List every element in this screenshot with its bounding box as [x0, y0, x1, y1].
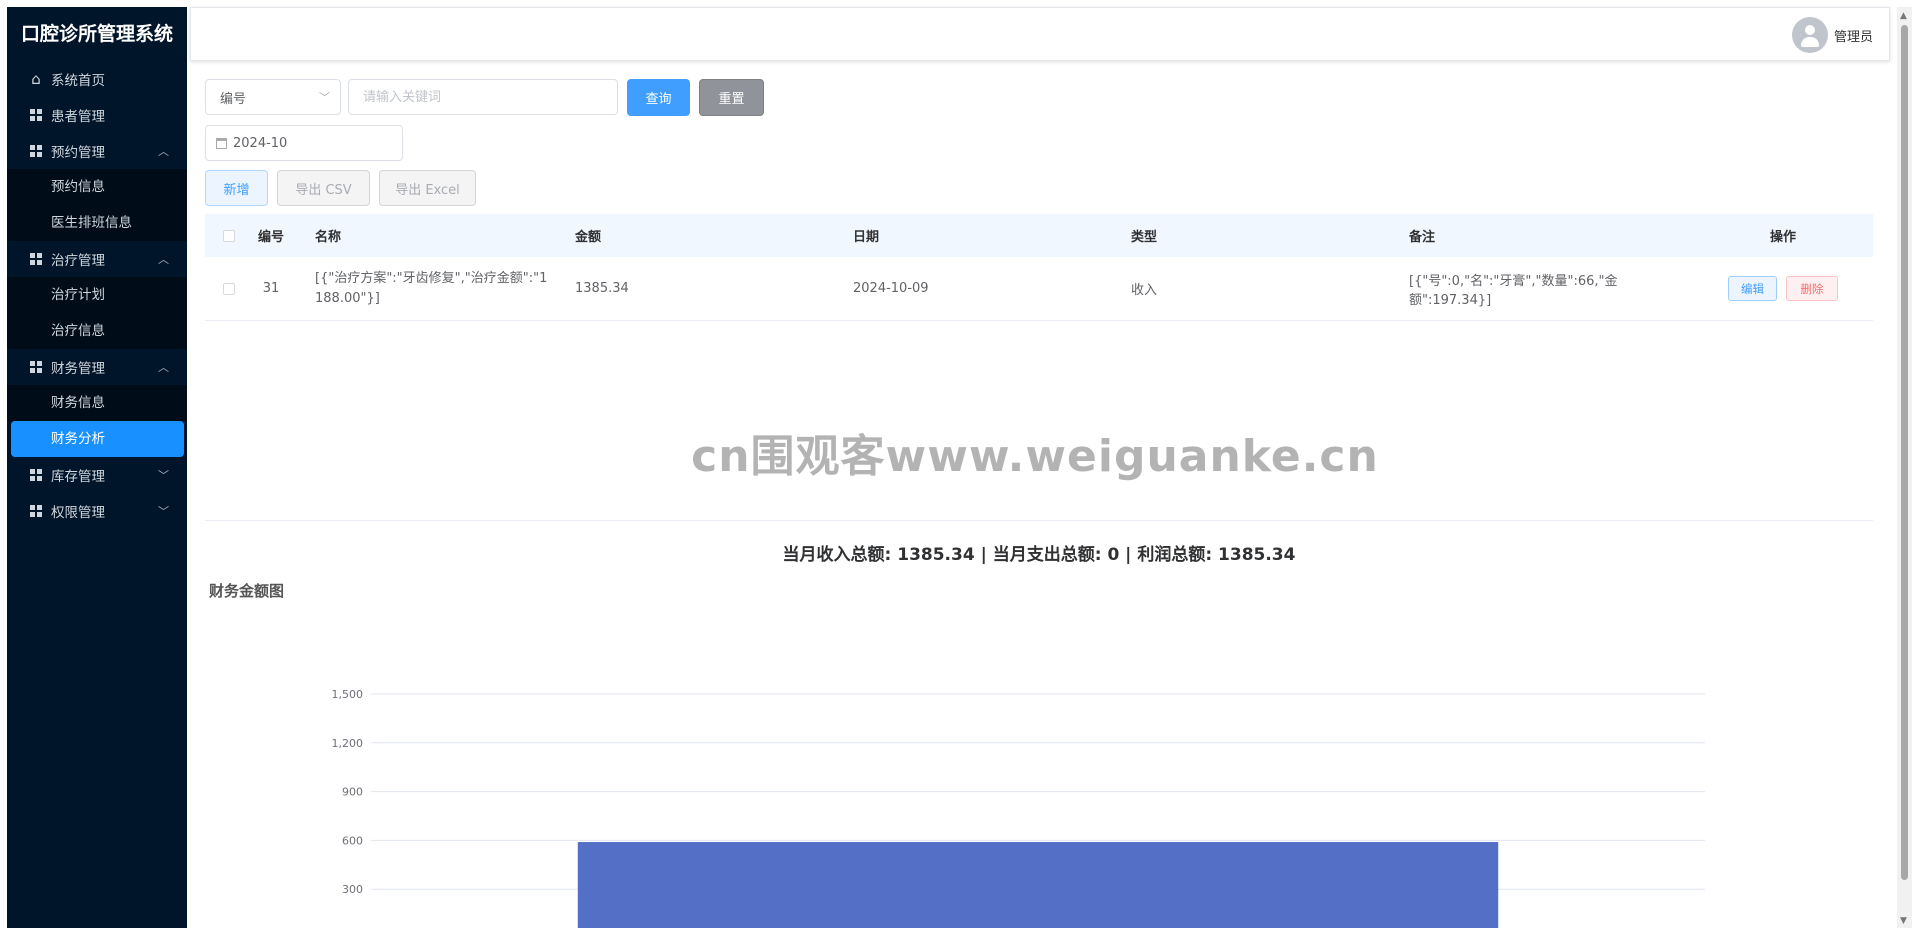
avatar[interactable] [1791, 17, 1828, 53]
search-bar: 编号 ﹀ 查询 重置 [205, 79, 764, 116]
sidebar-item-permissions[interactable]: 权限管理 ﹀ [7, 493, 187, 529]
column-header: 操作 [1769, 230, 1796, 245]
scrollbar-thumb[interactable] [1901, 25, 1908, 880]
export-excel-button[interactable]: 导出 Excel [379, 170, 476, 206]
y-tick-label: 600 [342, 834, 363, 847]
cell-date: 2024-10-09 [853, 281, 929, 296]
delete-button[interactable]: 删除 [1786, 276, 1838, 301]
column-header: 名称 [315, 230, 342, 245]
chart-bar[interactable] [577, 842, 1499, 928]
app-root: 口腔诊所管理系统 ⌂ 系统首页 患者管理 预约管理 ︿ 预约信息 医生排班信息 … [0, 0, 1912, 928]
table-header: 编号 名称 金额 日期 类型 备注 操作 [205, 214, 1873, 257]
sidebar-item-inventory[interactable]: 库存管理 ﹀ [7, 457, 187, 493]
sidebar-item-treatment[interactable]: 治疗管理 ︿ [7, 241, 187, 277]
grid-icon [29, 253, 43, 265]
grid-icon [29, 505, 43, 517]
edit-button[interactable]: 编辑 [1728, 276, 1777, 301]
column-header: 金额 [575, 230, 602, 245]
grid-icon [29, 109, 43, 121]
cell-name: [{"治疗方案":"牙齿修复","治疗金额":"1188.00"}] [315, 270, 548, 306]
app-title: 口腔诊所管理系统 [20, 23, 173, 45]
cell-amount: 1385.34 [575, 281, 629, 296]
column-header: 日期 [853, 230, 880, 245]
action-bar: 新增 导出 CSV 导出 Excel [205, 170, 476, 206]
select-all-checkbox[interactable] [223, 229, 235, 242]
sidebar-subitem-treatment-info[interactable]: 治疗信息 [7, 313, 187, 349]
chevron-down-icon: ﹀ [319, 91, 330, 104]
sidebar-item-appointments[interactable]: 预约管理 ︿ [7, 133, 187, 169]
sidebar-subitem-doctor-schedule[interactable]: 医生排班信息 [7, 205, 187, 241]
grid-icon [29, 145, 43, 157]
sidebar-item-label: 权限管理 [51, 505, 105, 521]
sidebar-item-label: 财务管理 [51, 361, 105, 377]
sidebar-item-label: 系统首页 [51, 73, 105, 89]
month-picker[interactable]: 2024-10 [205, 125, 403, 161]
divider [205, 520, 1873, 521]
cell-note: [{"号":0,"名":"牙膏","数量":66,"金额":197.34}] [1409, 273, 1618, 308]
column-header: 备注 [1409, 230, 1436, 245]
sidebar-item-finance[interactable]: 财务管理 ︿ [7, 349, 187, 385]
sidebar-item-label: 治疗管理 [51, 253, 105, 269]
keyword-input[interactable] [348, 79, 618, 115]
row-checkbox[interactable] [223, 282, 235, 295]
y-tick-label: 300 [342, 883, 363, 896]
sidebar-item-label: 预约管理 [51, 145, 105, 161]
user-name[interactable]: 管理员 [1834, 26, 1873, 45]
add-button[interactable]: 新增 [205, 170, 268, 206]
y-tick-label: 1,500 [332, 688, 364, 701]
query-button[interactable]: 查询 [627, 79, 690, 116]
watermark: cn围观客www.weiguanke.cn [691, 431, 1379, 482]
chevron-down-icon: ﹀ [158, 505, 169, 518]
monthly-summary: 当月收入总额: 1385.34 | 当月支出总额: 0 | 利润总额: 1385… [782, 545, 1296, 565]
sidebar: 口腔诊所管理系统 ⌂ 系统首页 患者管理 预约管理 ︿ 预约信息 医生排班信息 … [7, 7, 187, 928]
chart-title: 财务金额图 [209, 582, 285, 600]
home-icon: ⌂ [31, 69, 41, 88]
sidebar-item-label: 库存管理 [51, 469, 105, 485]
scroll-down-arrow-icon[interactable]: ▼ [1900, 916, 1907, 926]
cell-id: 31 [262, 281, 280, 296]
sidebar-subitem-finance-analysis[interactable]: 财务分析 [11, 421, 184, 457]
sidebar-subitem-treatment-plan[interactable]: 治疗计划 [7, 277, 187, 313]
top-header: 管理员 [190, 7, 1890, 61]
table-row[interactable]: 31 [{"治疗方案":"牙齿修复","治疗金额":"1188.00"}] 13… [205, 257, 1873, 321]
sidebar-item-home[interactable]: ⌂ 系统首页 [7, 61, 187, 97]
vertical-scrollbar[interactable]: ▲ ▼ [1897, 7, 1912, 928]
search-field-select[interactable]: 编号 ﹀ [205, 79, 341, 115]
chevron-up-icon: ︿ [158, 253, 169, 266]
sidebar-item-patients[interactable]: 患者管理 [7, 97, 187, 133]
y-tick-label: 1,200 [332, 737, 364, 750]
calendar-icon [216, 137, 227, 149]
y-tick-label: 900 [342, 786, 363, 799]
sidebar-subitem-finance-info[interactable]: 财务信息 [7, 385, 187, 421]
reset-button[interactable]: 重置 [699, 79, 764, 116]
grid-icon [29, 361, 43, 373]
chevron-up-icon: ︿ [158, 361, 169, 374]
column-header: 类型 [1131, 230, 1158, 245]
sidebar-subitem-appointment-info[interactable]: 预约信息 [7, 169, 187, 205]
finance-table: 编号 名称 金额 日期 类型 备注 操作 31 [{"治疗方案":"牙齿修复",… [205, 214, 1873, 321]
chevron-down-icon: ﹀ [158, 469, 169, 482]
search-field-value: 编号 [220, 91, 247, 107]
scroll-up-arrow-icon[interactable]: ▲ [1900, 11, 1907, 21]
grid-icon [29, 469, 43, 481]
month-value: 2024-10 [233, 135, 288, 151]
chevron-up-icon: ︿ [158, 145, 169, 158]
user-menu[interactable]: 管理员 [1791, 17, 1873, 53]
sidebar-item-label: 患者管理 [51, 109, 105, 125]
finance-bar-chart: 03006009001,2001,5002024-10-09 [332, 688, 1705, 928]
cell-type: 收入 [1131, 283, 1158, 298]
export-csv-button[interactable]: 导出 CSV [277, 170, 370, 206]
column-header: 编号 [257, 230, 284, 245]
